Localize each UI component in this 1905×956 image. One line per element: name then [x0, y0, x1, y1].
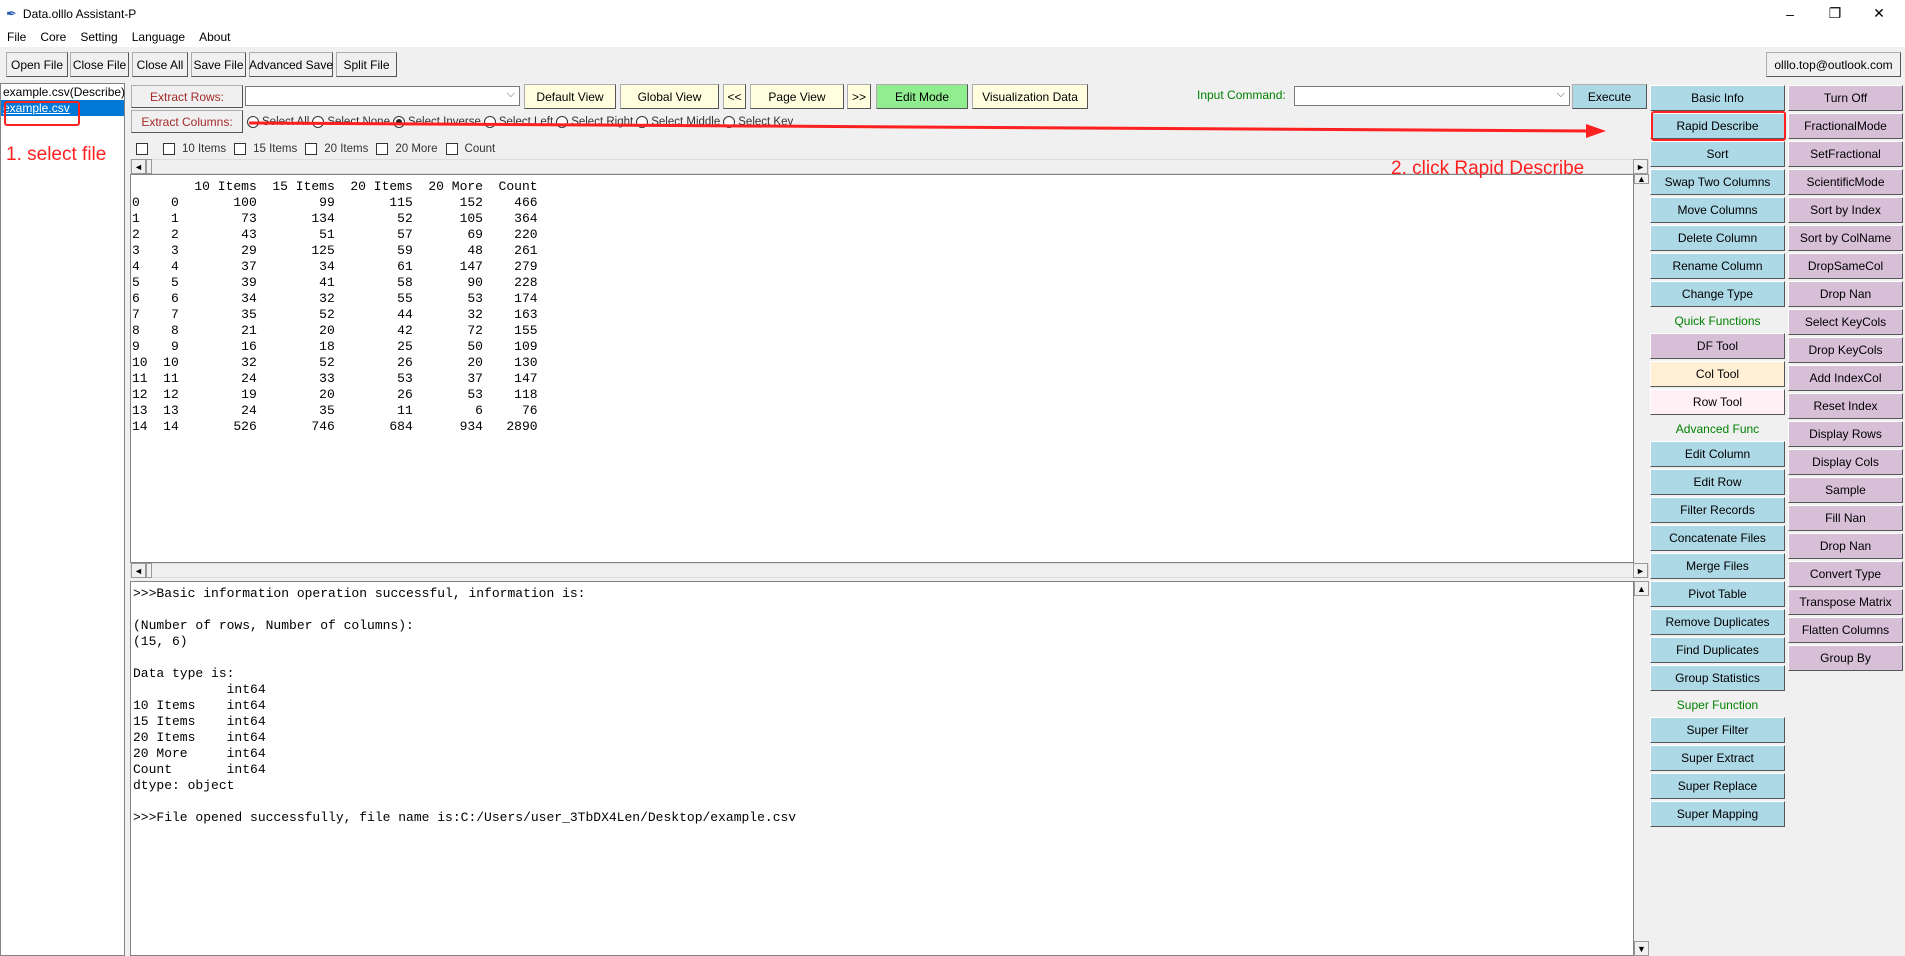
annotation-arrow	[248, 121, 1606, 138]
